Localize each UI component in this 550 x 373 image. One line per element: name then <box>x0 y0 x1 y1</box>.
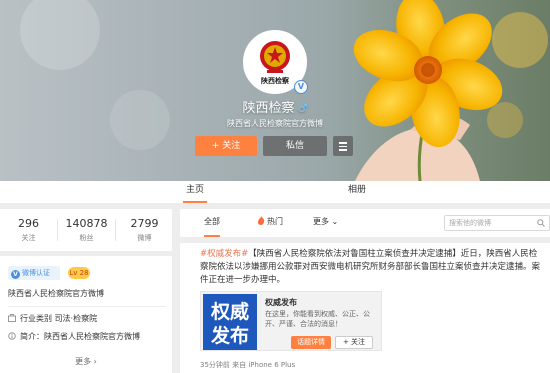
more-info-link[interactable]: 更多 › <box>0 356 172 367</box>
tab-hot[interactable]: 热门 <box>257 209 283 237</box>
post-body: #权威发布#【陕西省人民检察院依法对鲁国柱立案侦查并决定逮捕】近日，陕西省人民检… <box>200 248 542 287</box>
tab-photos[interactable]: 相册 <box>345 181 369 203</box>
search-icon[interactable] <box>537 219 545 227</box>
topic-thumbnail: 权威 发布 <box>203 294 257 350</box>
stat-posts[interactable]: 2799 微博 <box>116 217 173 243</box>
stat-followers[interactable]: 140878 粉丝 <box>58 217 115 243</box>
level-badge[interactable]: Lv 28 <box>68 267 90 279</box>
watermark-url: www.dxbei.com <box>482 361 545 370</box>
post-meta: 35分钟前 来自 iPhone 6 Plus <box>200 361 296 369</box>
topic-detail-button[interactable]: 话题详情 <box>291 336 331 349</box>
verified-icon: V <box>294 80 308 94</box>
stat-value: 2799 <box>130 217 159 230</box>
tab-home[interactable]: 主页 <box>183 181 207 203</box>
tab-more-dropdown[interactable]: 更多 ⌄ <box>313 209 338 237</box>
post-hashtag[interactable]: #权威发布# <box>200 249 248 259</box>
intro-row: 简介：陕西省人民检察院官方微博 <box>8 331 140 342</box>
male-icon: ♂ <box>297 102 308 115</box>
stat-following[interactable]: 296 关注 <box>0 217 57 243</box>
search-placeholder: 搜索他的微博 <box>449 219 491 227</box>
thumb-line-1: 权威 <box>210 300 249 323</box>
stat-value: 140878 <box>65 217 108 230</box>
industry-text: 行业类别 司法·检察院 <box>20 314 98 323</box>
stat-label: 粉丝 <box>79 234 94 242</box>
verified-badge-label: 微博认证 <box>22 269 50 277</box>
topic-description: 在这里，你能看到权威、公正、公开、严谨、合法的消息！ <box>265 310 370 328</box>
verified-v-icon: V <box>11 270 20 279</box>
topic-follow-button[interactable]: + 关注 <box>335 336 373 349</box>
profile-nav: 主页 相册 <box>0 181 550 203</box>
intro-text: 简介：陕西省人民检察院官方微博 <box>20 332 140 341</box>
stat-label: 微博 <box>137 234 152 242</box>
profile-description: 陕西省人民检察院官方微博 <box>227 119 323 128</box>
feed-search-input[interactable]: 搜索他的微博 <box>444 215 550 231</box>
profile-stats: 296 关注 140878 粉丝 2799 微博 <box>0 209 172 251</box>
menu-icon <box>339 142 347 144</box>
site-watermark-logo: 大西北 www.dxbei.com <box>454 335 547 370</box>
divider <box>8 306 166 307</box>
tab-hot-label: 热门 <box>267 217 283 226</box>
feed-filter-bar: 全部 热门 更多 ⌄ 搜索他的微博 <box>180 209 550 237</box>
cover-banner: 陕西检察 V 陕西检察 ♂ 陕西省人民检察院官方微博 + 关注 私信 <box>0 0 550 181</box>
stat-label: 关注 <box>21 234 36 242</box>
post-text: 【陕西省人民检察院依法对鲁国柱立案侦查并决定逮捕】近日，陕西省人民检察院依法以涉… <box>200 249 541 285</box>
more-menu-button[interactable] <box>333 136 353 156</box>
briefcase-icon <box>8 314 16 322</box>
verified-description: 陕西省人民检察院官方微博 <box>8 289 104 298</box>
tab-all[interactable]: 全部 <box>204 209 220 237</box>
stat-value: 296 <box>18 217 39 230</box>
profile-info-card: V 微博认证 Lv 28 陕西省人民检察院官方微博 行业类别 司法·检察院 简介：… <box>0 256 172 373</box>
topic-title: 权威发布 <box>265 298 297 307</box>
weibo-verified-badge[interactable]: V 微博认证 <box>8 266 60 280</box>
industry-row: 行业类别 司法·检察院 <box>8 313 97 324</box>
thumb-line-2: 发布 <box>210 324 249 347</box>
profile-name: 陕西检察 ♂ <box>0 97 550 116</box>
intro-icon <box>8 332 16 340</box>
fire-icon <box>257 216 265 225</box>
topic-card[interactable]: 权威 发布 权威发布 在这里，你能看到权威、公正、公开、严谨、合法的消息！ 话题… <box>200 291 382 351</box>
profile-name-text: 陕西检察 <box>242 101 295 116</box>
watermark-text: 大西北 <box>484 335 547 359</box>
follow-button[interactable]: + 关注 <box>195 136 257 156</box>
message-button[interactable]: 私信 <box>263 136 327 156</box>
